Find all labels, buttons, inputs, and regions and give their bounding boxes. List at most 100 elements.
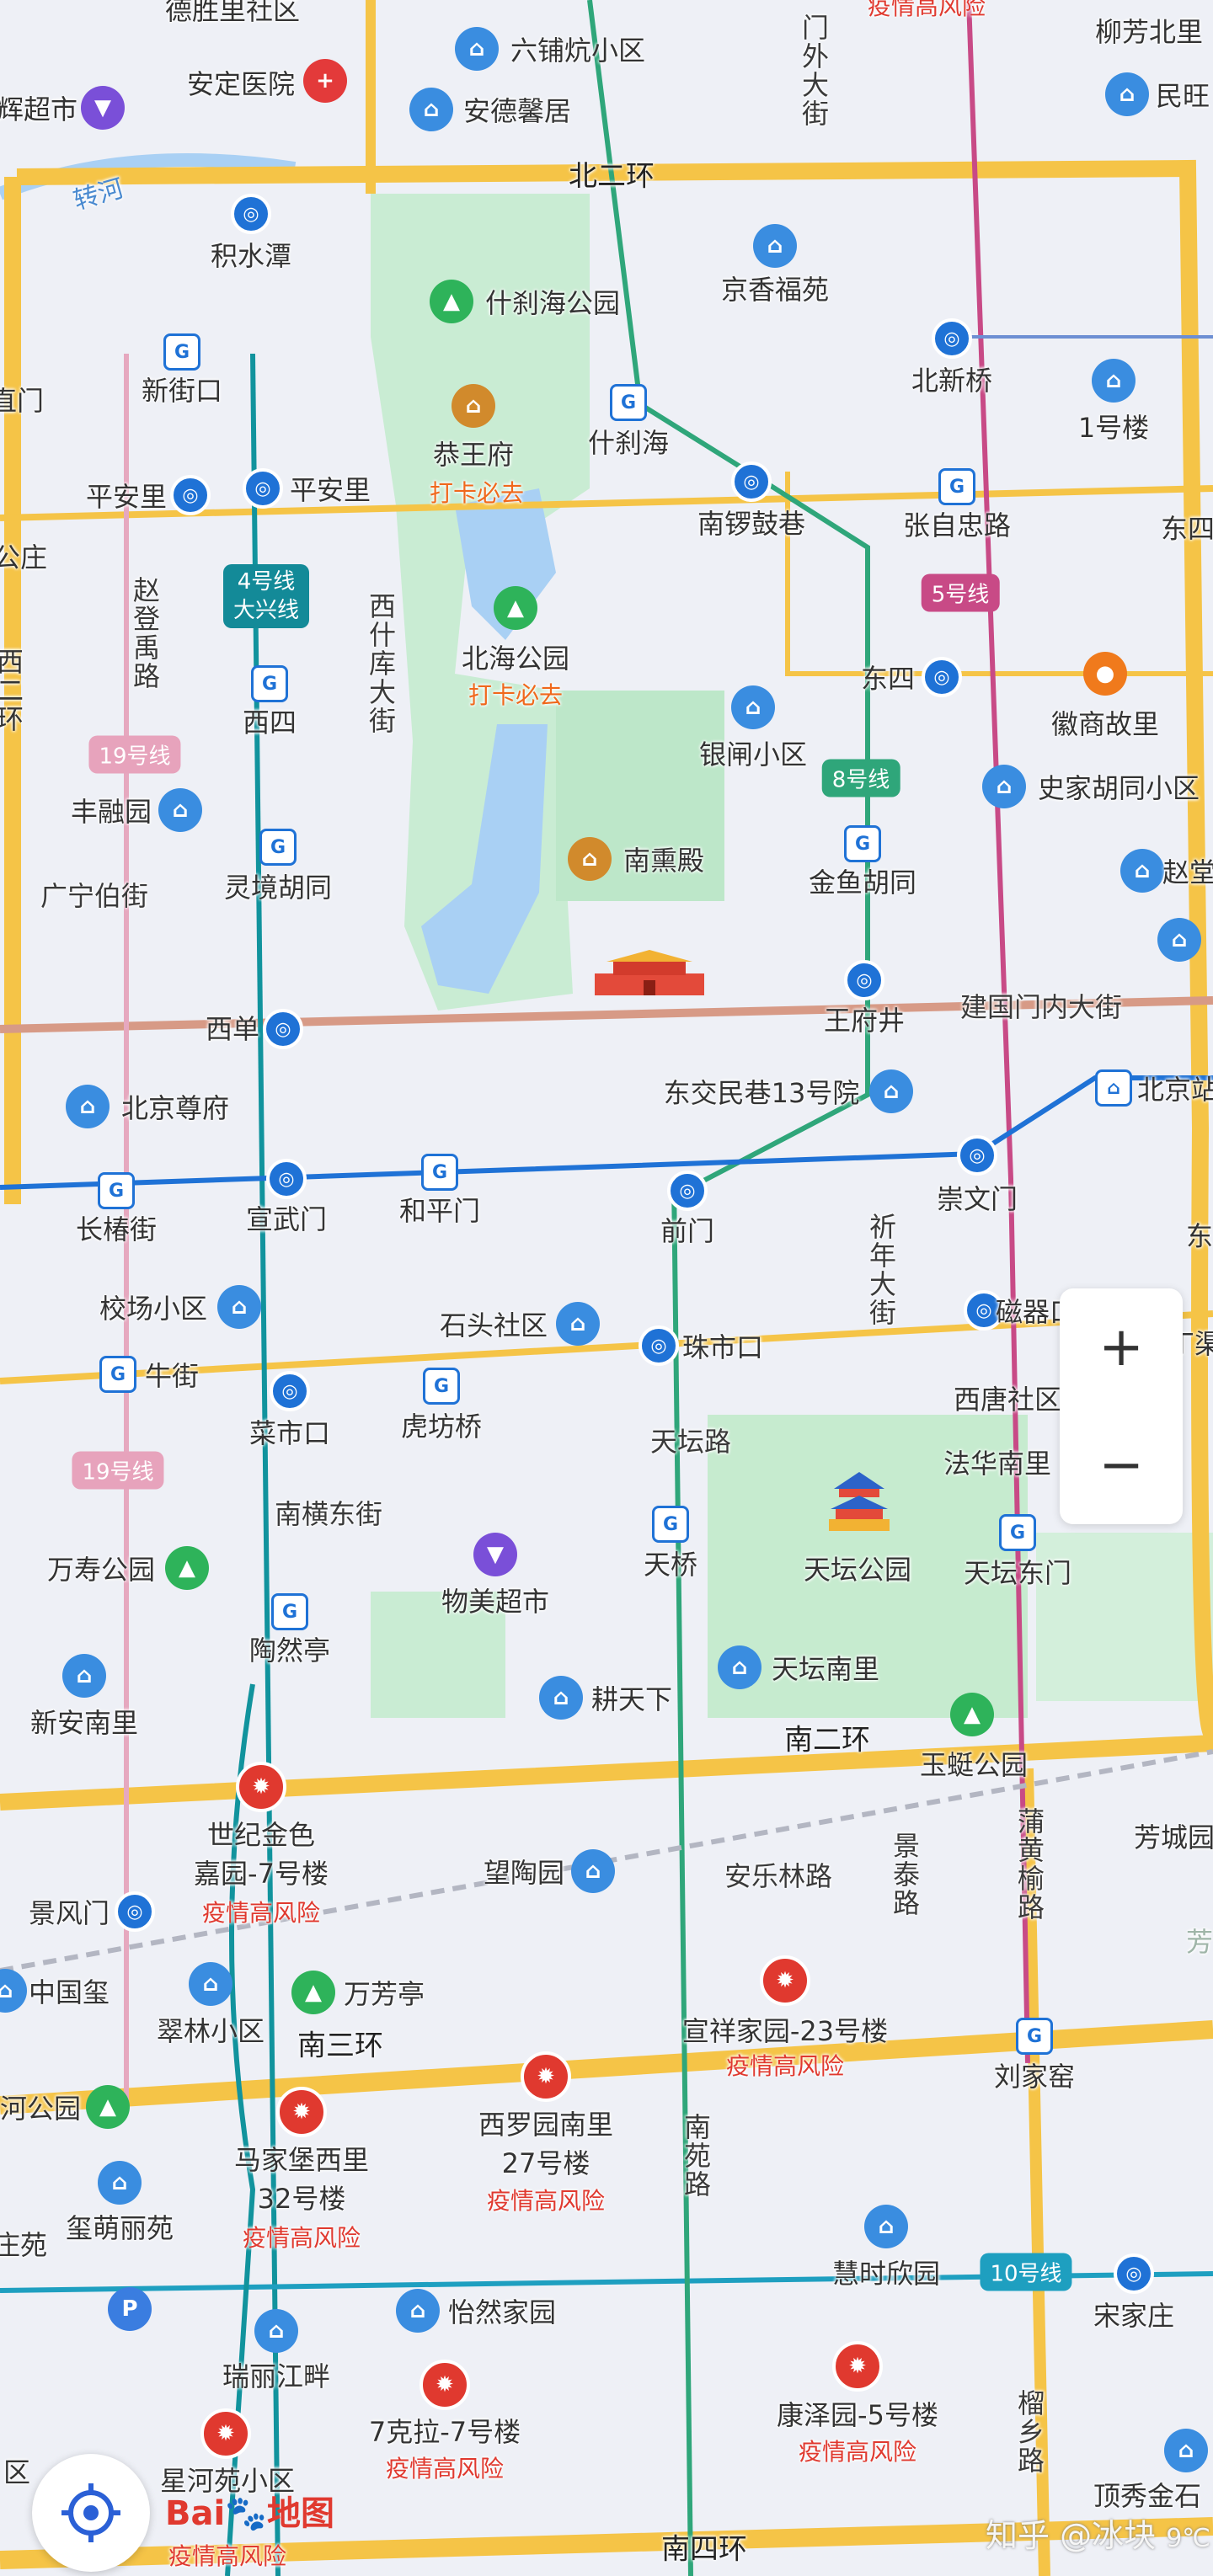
andingxin-poi-icon[interactable]: ⌂	[409, 88, 453, 131]
pinganli-station-icon-2[interactable]: ◎	[243, 468, 283, 509]
tianqiao-station-label: 天桥	[643, 1549, 698, 1581]
tiantan-east-station-icon[interactable]: G	[999, 1514, 1036, 1551]
kangze-risk-icon[interactable]: ✹	[832, 2341, 883, 2392]
jishuitan-station-icon[interactable]: ◎	[231, 194, 271, 234]
shiji-risk-icon[interactable]: ✹	[236, 1762, 286, 1812]
zoom-out-button[interactable]: −	[1060, 1406, 1183, 1524]
line19-badge-south[interactable]: 19号线	[72, 1451, 164, 1490]
jingfengmen-station-icon[interactable]: ◎	[115, 1891, 155, 1932]
chongwenmen-station-icon[interactable]: ◎	[957, 1135, 997, 1176]
xinghe-risk-icon[interactable]: ✹	[200, 2408, 251, 2459]
zhushikou-station-icon[interactable]: ◎	[639, 1325, 679, 1366]
beijing-station-label: 北京站	[1136, 1074, 1213, 1106]
shijia-poi-icon[interactable]: ⌂	[982, 765, 1026, 808]
parking-icon[interactable]: P	[108, 2287, 152, 2331]
lingjing-station-icon[interactable]: G	[259, 829, 297, 866]
xiluo-risk-icon[interactable]: ✹	[521, 2051, 571, 2102]
helu-park-icon[interactable]: ▲	[86, 2085, 130, 2129]
taoranting-station-icon[interactable]: G	[271, 1593, 308, 1630]
liupukang-poi-icon[interactable]: ⌂	[455, 27, 499, 71]
line8-badge[interactable]: 8号线	[821, 759, 900, 797]
wangfujing-station-icon[interactable]: ◎	[844, 960, 884, 1000]
yihao-poi-icon[interactable]: ⌂	[1092, 359, 1136, 403]
gongwangfu-poi-label: 恭王府	[432, 439, 515, 471]
tiantan-temple-icon[interactable]	[826, 1470, 893, 1538]
dingxiu-poi-icon[interactable]: ⌂	[1164, 2429, 1208, 2472]
yiran-poi-icon[interactable]: ⌂	[396, 2289, 440, 2333]
line5-badge[interactable]: 5号线	[921, 573, 1000, 612]
jinyuhutong-station-icon[interactable]: G	[844, 825, 881, 862]
huishixin-poi-icon[interactable]: ⌂	[864, 2205, 908, 2248]
beijing-station-icon[interactable]: ⌂	[1095, 1069, 1132, 1107]
map-canvas[interactable]: 北二环 南二环 南三环 南四环 建国门内大街 西什库大街 赵登禹路 祈年大街 景…	[0, 0, 1213, 2576]
locate-button[interactable]	[32, 2454, 150, 2572]
liujiayao-station-label: 刘家窑	[993, 2061, 1076, 2093]
zoom-in-button[interactable]: +	[1060, 1288, 1183, 1406]
wangtao-poi-icon[interactable]: ⌂	[571, 1849, 615, 1893]
hui-market-icon[interactable]: ▼	[81, 86, 125, 130]
zhaotang-poi-icon[interactable]: ⌂	[1120, 849, 1164, 893]
caishikou-station-icon[interactable]: ◎	[270, 1371, 310, 1411]
xidan-station-icon[interactable]: ◎	[263, 1009, 303, 1049]
majiabao-risk-icon[interactable]: ✹	[276, 2087, 327, 2137]
dongjiao-poi-icon[interactable]: ⌂	[869, 1069, 913, 1113]
tianqiao-station-icon[interactable]: G	[652, 1506, 689, 1543]
yinzha-poi-icon[interactable]: ⌂	[731, 685, 775, 729]
wumei-market-icon[interactable]: ▼	[473, 1533, 517, 1576]
xuanwumen-station-icon[interactable]: ◎	[266, 1159, 307, 1199]
huishang-poi-icon[interactable]: ●	[1083, 652, 1127, 696]
xinan-poi-icon[interactable]: ⌂	[62, 1654, 106, 1698]
jingxiang-poi-icon[interactable]: ⌂	[753, 224, 797, 268]
niujie-station-icon[interactable]: G	[99, 1356, 136, 1393]
beihai-park-icon[interactable]: ▲	[494, 586, 537, 630]
fengrong-poi-icon[interactable]: ⌂	[158, 788, 202, 832]
logo-map: 地图	[267, 2494, 335, 2533]
gengtianxia-poi-icon[interactable]: ⌂	[539, 1676, 583, 1720]
shichahai-park-label: 什刹海公园	[484, 287, 621, 319]
xuanxiang-risk-icon[interactable]: ✹	[760, 1955, 810, 2006]
bj-zunfu-poi-label: 北京尊府	[120, 1092, 230, 1124]
tiantan-south-poi-icon[interactable]: ⌂	[718, 1645, 761, 1689]
beixinqiao-station-icon[interactable]: ◎	[932, 318, 972, 359]
hufangqiao-station-icon[interactable]: G	[423, 1368, 460, 1405]
bj-zunfu-poi-icon[interactable]: ⌂	[66, 1085, 110, 1128]
zhuang-edge-label: 庄苑	[0, 2229, 48, 2261]
zhangzizhong-station-icon[interactable]: G	[938, 468, 975, 505]
fahua-poi-label: 法华南里	[943, 1448, 1052, 1480]
liujiayao-station-icon[interactable]: G	[1016, 2018, 1053, 2055]
east-res-poi-icon[interactable]: ⌂	[1157, 918, 1201, 962]
ring2-north-label: 北二环	[569, 159, 655, 194]
songjiazhuang-station-icon[interactable]: ◎	[1114, 2253, 1154, 2294]
gongzhuang-edge-label: 公庄	[0, 541, 48, 573]
pinganli-station-label-2: 平安里	[289, 474, 371, 506]
ximeng-poi-icon[interactable]: ⌂	[98, 2161, 142, 2205]
ruili-poi-icon[interactable]: ⌂	[254, 2309, 298, 2353]
xiaochang-poi-icon[interactable]: ⌂	[217, 1285, 261, 1329]
line19-badge-north[interactable]: 19号线	[88, 735, 181, 774]
changchunjie-station-icon[interactable]: G	[98, 1172, 135, 1209]
nanluoguxiang-station-icon[interactable]: ◎	[731, 461, 772, 502]
shichahai-station-icon[interactable]: G	[610, 384, 647, 421]
qikela-risk-icon[interactable]: ✹	[419, 2360, 470, 2410]
hepingmen-station-icon[interactable]: G	[421, 1154, 458, 1191]
shitou-poi-icon[interactable]: ⌂	[556, 1302, 600, 1346]
wanshou-park-icon[interactable]: ▲	[165, 1546, 209, 1590]
logo-bai: Bai	[165, 2494, 226, 2533]
xinjiekou-station-icon[interactable]: G	[163, 333, 200, 371]
xisi-station-icon[interactable]: G	[251, 665, 288, 702]
anding-hospital-icon[interactable]: +	[303, 59, 347, 103]
pinganli-station-icon-1[interactable]: ◎	[170, 475, 211, 515]
gongwangfu-poi-icon[interactable]: ⌂	[452, 384, 495, 428]
line10-badge[interactable]: 10号线	[980, 2253, 1072, 2291]
line4-badge[interactable]: 4号线 大兴线	[222, 564, 310, 628]
locate-icon	[61, 2483, 120, 2542]
yuting-park-icon[interactable]: ▲	[950, 1693, 994, 1736]
wanfangting-park-icon[interactable]: ▲	[291, 1971, 335, 2014]
nanxun-poi-icon[interactable]: ⌂	[568, 837, 612, 881]
dongsi-station-icon[interactable]: ◎	[922, 657, 962, 697]
minwang-poi-icon[interactable]: ⌂	[1105, 72, 1149, 116]
shichahai-park-icon[interactable]: ▲	[430, 280, 473, 323]
tiananmen-landmark-icon[interactable]	[595, 950, 704, 995]
qianmen-station-icon[interactable]: ◎	[667, 1171, 708, 1211]
cuilin-poi-icon[interactable]: ⌂	[189, 1962, 232, 2006]
